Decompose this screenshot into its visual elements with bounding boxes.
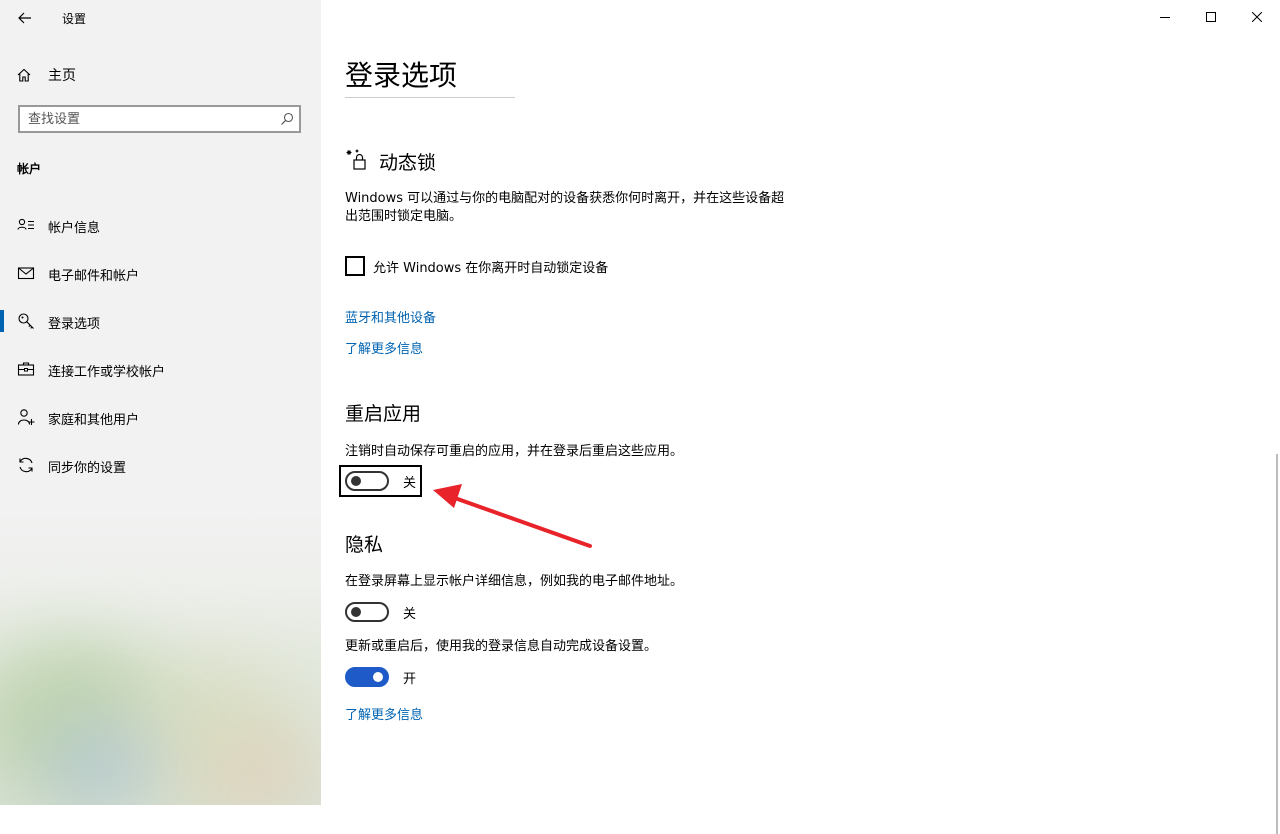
search-icon[interactable] (279, 111, 295, 127)
search-box (18, 105, 301, 133)
sidebar-item-label: 电子邮件和帐户 (48, 269, 140, 284)
sidebar-item-work-school[interactable]: 连接工作或学校帐户 (0, 351, 321, 387)
background-blur (200, 730, 320, 805)
nav-home-label: 主页 (48, 68, 76, 84)
dynamic-lock-checkbox-row[interactable]: 允许 Windows 在你离开时自动锁定设备 (345, 256, 608, 276)
person-card-icon (17, 218, 34, 230)
scrollbar-thumb[interactable] (1276, 454, 1278, 834)
mail-icon (17, 267, 35, 280)
page-title: 登录选项 (345, 59, 458, 92)
close-icon (1252, 12, 1262, 22)
scrollbar[interactable] (1274, 34, 1280, 834)
back-arrow-icon (18, 12, 31, 24)
restart-apps-heading: 重启应用 (345, 403, 422, 425)
add-person-icon (17, 409, 35, 425)
auto-finish-description: 更新或重启后，使用我的登录信息自动完成设备设置。 (345, 639, 658, 654)
restart-apps-toggle-state: 关 (403, 475, 417, 491)
title-divider (345, 97, 515, 98)
show-details-toggle-row: 关 (345, 602, 416, 622)
key-icon (18, 313, 34, 329)
restart-apps-toggle[interactable] (345, 471, 389, 491)
auto-finish-toggle-row: 开 (345, 667, 416, 687)
sidebar-item-sign-in-options[interactable]: 登录选项 (0, 303, 321, 339)
learn-more-link[interactable]: 了解更多信息 (345, 338, 423, 357)
bluetooth-devices-link[interactable]: 蓝牙和其他设备 (345, 307, 436, 326)
close-button[interactable] (1234, 0, 1280, 34)
sidebar-item-family[interactable]: 家庭和其他用户 (0, 399, 321, 435)
briefcase-icon (17, 362, 35, 376)
maximize-button[interactable] (1188, 0, 1234, 34)
sidebar-item-label: 同步你的设置 (48, 461, 127, 476)
back-button[interactable] (10, 4, 40, 32)
restart-apps-description: 注销时自动保存可重启的应用，并在登录后重启这些应用。 (345, 444, 684, 459)
auto-finish-toggle-state: 开 (403, 671, 417, 687)
privacy-heading: 隐私 (345, 534, 384, 556)
sidebar-item-label: 登录选项 (48, 317, 101, 332)
dynamic-lock-checkbox[interactable] (345, 256, 365, 276)
nav-home[interactable]: 主页 (16, 64, 76, 86)
dynamic-lock-heading: 动态锁 (379, 152, 437, 174)
sidebar-item-email[interactable]: 电子邮件和帐户 (0, 255, 321, 291)
sidebar-section-label: 帐户 (17, 162, 42, 176)
toggle-knob (351, 607, 361, 617)
show-details-toggle[interactable] (345, 602, 389, 622)
sidebar-item-sync[interactable]: 同步你的设置 (0, 447, 321, 483)
background-blur (40, 720, 160, 805)
title-bar-left: 设置 (0, 0, 321, 36)
sidebar-item-label: 连接工作或学校帐户 (48, 365, 166, 380)
minimize-icon (1160, 17, 1170, 18)
sidebar-item-label: 家庭和其他用户 (48, 413, 140, 428)
show-details-description: 在登录屏幕上显示帐户详细信息，例如我的电子邮件地址。 (345, 574, 684, 589)
home-icon (17, 68, 31, 82)
dynamic-lock-checkbox-label: 允许 Windows 在你离开时自动锁定设备 (373, 260, 609, 276)
toggle-knob (373, 672, 383, 682)
sidebar-item-account-info[interactable]: 帐户信息 (0, 207, 321, 243)
maximize-icon (1206, 12, 1216, 22)
dynamic-lock-description: Windows 可以通过与你的电脑配对的设备获悉你何时离开，并在这些设备超出范围… (345, 191, 785, 224)
app-title: 设置 (62, 12, 87, 26)
search-input[interactable] (28, 109, 268, 129)
restart-apps-toggle-row: 关 (338, 465, 423, 497)
minimize-button[interactable] (1142, 0, 1188, 34)
dynamic-lock-icon (346, 149, 366, 170)
auto-finish-toggle[interactable] (345, 667, 389, 687)
sync-icon (19, 457, 33, 473)
window-controls (1142, 0, 1280, 34)
sidebar-item-label: 帐户信息 (48, 221, 101, 236)
privacy-learn-more-link[interactable]: 了解更多信息 (345, 704, 423, 723)
show-details-toggle-state: 关 (403, 606, 417, 622)
main-content: 登录选项 动态锁 Windows 可以通过与你的电脑配对的设备获悉你何时离开，并… (321, 0, 1280, 834)
sidebar: 设置 主页 帐户 帐户信息 电子邮件和帐户 (0, 0, 321, 805)
toggle-knob (351, 476, 361, 486)
